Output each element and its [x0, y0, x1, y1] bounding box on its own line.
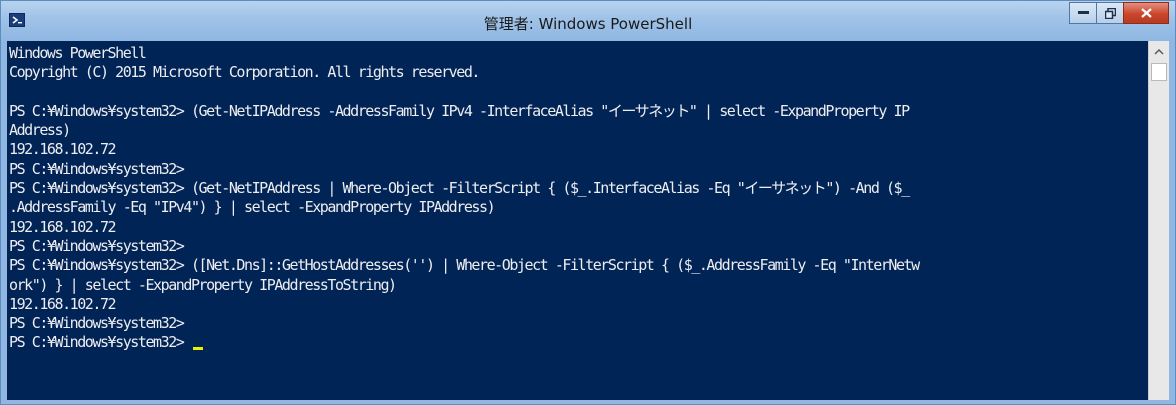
- maximize-button[interactable]: [1096, 2, 1123, 24]
- console-output[interactable]: Windows PowerShell Copyright (C) 2015 Mi…: [7, 41, 1148, 400]
- close-button[interactable]: [1123, 2, 1169, 24]
- window-title: 管理者: Windows PowerShell: [483, 15, 693, 33]
- console-line: 192.168.102.72: [9, 140, 117, 159]
- close-icon: [1140, 8, 1152, 18]
- powershell-window: 管理者: Windows PowerShell Windows PowerShe…: [0, 0, 1176, 405]
- title-bar[interactable]: 管理者: Windows PowerShell: [1, 1, 1175, 41]
- console-line: PS C:¥Windows¥system32>: [9, 314, 185, 333]
- current-prompt: PS C:¥Windows¥system32>: [9, 333, 191, 352]
- window-controls: [1069, 2, 1169, 24]
- minimize-icon: [1077, 11, 1089, 15]
- console-line: Address): [9, 121, 71, 140]
- current-prompt-line[interactable]: PS C:¥Windows¥system32>: [9, 333, 919, 352]
- maximize-icon: [1104, 7, 1116, 19]
- console-line: PS C:¥Windows¥system32>: [9, 159, 185, 178]
- vertical-scrollbar[interactable]: [1148, 41, 1169, 400]
- console-line: ork") } | select -ExpandProperty IPAddre…: [9, 275, 397, 294]
- console-lines: Windows PowerShell Copyright (C) 2015 Mi…: [9, 44, 920, 353]
- text-cursor: [192, 347, 203, 351]
- minimize-button[interactable]: [1069, 2, 1096, 24]
- chevron-up-icon: [1154, 42, 1164, 60]
- console-line: Windows PowerShell: [9, 44, 147, 62]
- console-line: PS C:¥Windows¥system32>: [9, 236, 185, 255]
- console-line: PS C:¥Windows¥system32> ([Net.Dns]::GetH…: [9, 256, 920, 275]
- console-line: .AddressFamily -Eq "IPv4") } | select -E…: [9, 198, 496, 217]
- scroll-up-button[interactable]: [1149, 41, 1169, 61]
- console-line: 192.168.102.72: [9, 217, 117, 236]
- console-line: Copyright (C) 2015 Microsoft Corporation…: [9, 63, 480, 82]
- scroll-thumb[interactable]: [1151, 63, 1167, 81]
- console-line: PS C:¥Windows¥system32> (Get-NetIPAddres…: [9, 101, 910, 120]
- console-line: 192.168.102.72: [9, 294, 117, 313]
- console-line: PS C:¥Windows¥system32> (Get-NetIPAddres…: [9, 179, 910, 198]
